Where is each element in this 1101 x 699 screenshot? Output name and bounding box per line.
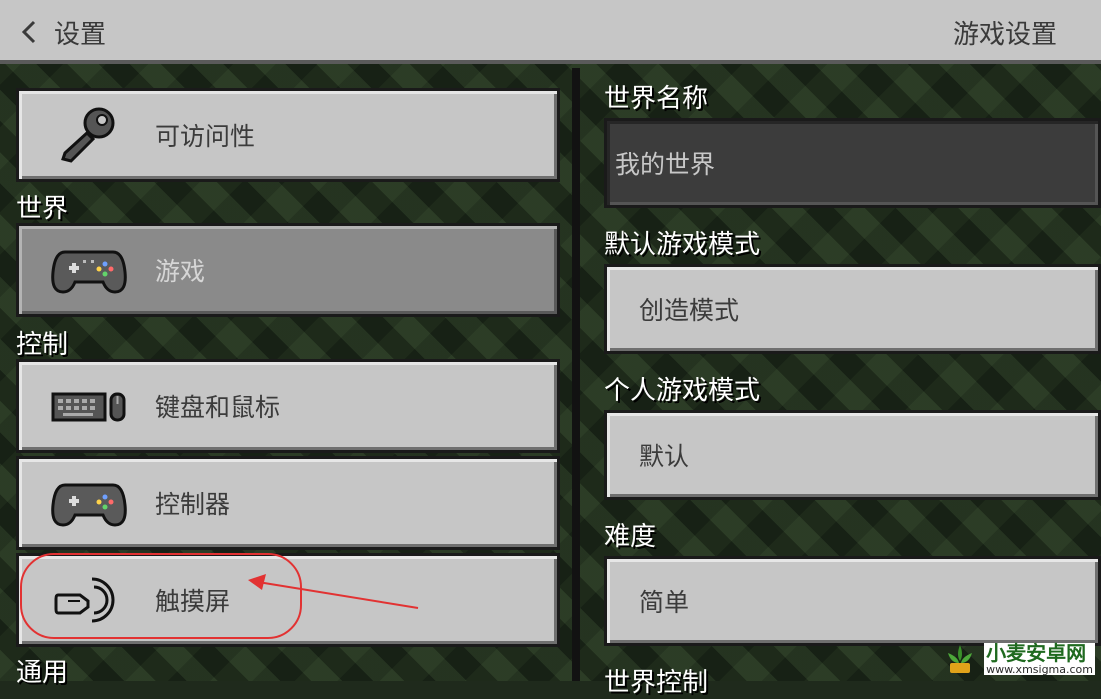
watermark: 小麦安卓网 www.xmsigma.com xyxy=(942,641,1095,677)
back-button[interactable]: 设置 xyxy=(18,10,106,54)
sidebar-item-label: 键盘和鼠标 xyxy=(155,393,281,422)
world-name-label: 世界名称 xyxy=(604,84,709,114)
difficulty-dropdown[interactable]: 简单 xyxy=(604,556,1101,646)
controller-icon xyxy=(51,483,127,527)
section-label-general: 通用 xyxy=(16,658,69,688)
difficulty-label: 难度 xyxy=(604,522,657,552)
watermark-title: 小麦安卓网 xyxy=(984,642,1095,664)
watermark-url: www.xmsigma.com xyxy=(984,662,1095,676)
personal-game-mode-dropdown[interactable]: 默认 xyxy=(604,410,1101,500)
chevron-left-icon xyxy=(21,20,36,44)
sidebar-item-label: 可访问性 xyxy=(155,122,256,151)
column-divider xyxy=(572,68,580,681)
sidebar-item-accessibility[interactable]: 可访问性 xyxy=(16,88,560,182)
page-title: 游戏设置 xyxy=(952,19,1057,50)
default-game-mode-dropdown[interactable]: 创造模式 xyxy=(604,264,1101,354)
back-label: 设置 xyxy=(54,19,107,50)
sidebar-item-label: 游戏 xyxy=(155,257,206,286)
logo-icon xyxy=(948,645,973,673)
annotation-arrow xyxy=(248,574,419,609)
sidebar-item-keyboard-mouse[interactable]: 键盘和鼠标 xyxy=(16,359,560,453)
section-label-world: 世界 xyxy=(16,194,69,224)
sidebar-item-game[interactable]: 游戏 xyxy=(16,223,560,317)
sidebar-item-controller[interactable]: 控制器 xyxy=(16,456,560,550)
personal-game-mode-label: 个人游戏模式 xyxy=(604,376,761,406)
world-name-input[interactable]: 我的世界 xyxy=(604,118,1101,208)
default-game-mode-label: 默认游戏模式 xyxy=(604,230,761,260)
top-bar: 设置 游戏设置 xyxy=(0,0,1101,64)
section-label-controls: 控制 xyxy=(16,330,69,360)
keyboard-mouse-icon xyxy=(51,392,126,422)
sidebar-item-label: 控制器 xyxy=(155,490,231,519)
gamepad-icon xyxy=(51,250,127,294)
key-icon xyxy=(61,107,115,163)
game-settings-panel: 世界名称 我的世界 默认游戏模式 创造模式 个人游戏模式 默认 难度 简单 世界… xyxy=(580,68,1101,698)
